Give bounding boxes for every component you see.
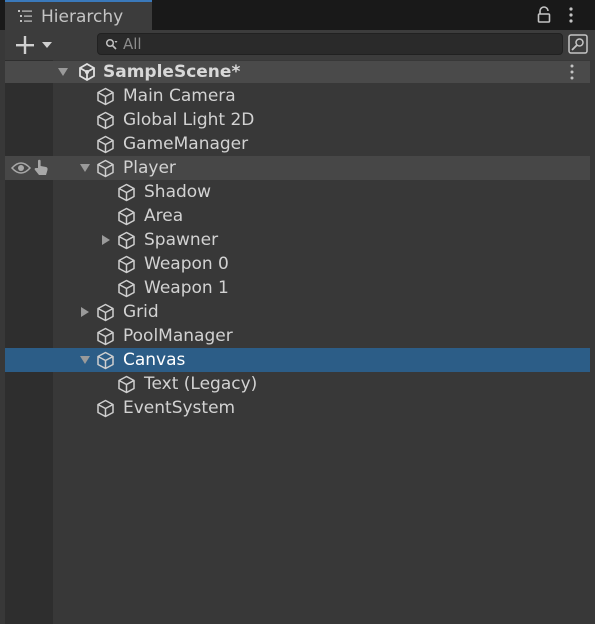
hierarchy-item-weapon-1[interactable]: Weapon 1: [5, 276, 590, 300]
hierarchy-item-grid[interactable]: Grid: [5, 300, 590, 324]
hierarchy-item-eventsystem[interactable]: EventSystem: [5, 396, 590, 420]
gameobject-cube-icon: [97, 351, 114, 370]
item-label: Canvas: [123, 350, 186, 370]
gameobject-cube-icon: [97, 87, 114, 106]
search-mode-icon[interactable]: [567, 33, 589, 55]
gameobject-cube-icon: [97, 399, 114, 418]
gameobject-cube-icon: [118, 279, 135, 298]
search-input[interactable]: [123, 34, 543, 54]
kebab-menu-icon[interactable]: [563, 6, 579, 24]
gameobject-cube-icon: [118, 375, 135, 394]
collapse-arrow-icon[interactable]: [100, 234, 112, 246]
item-label: Shadow: [144, 182, 212, 202]
gameobject-cube-icon: [97, 135, 114, 154]
item-label: Main Camera: [123, 86, 236, 106]
gameobject-cube-icon: [97, 159, 114, 178]
collapse-arrow-icon[interactable]: [79, 306, 91, 318]
gameobject-cube-icon: [118, 231, 135, 250]
item-label: Player: [123, 158, 176, 178]
tab-title: Hierarchy: [41, 7, 124, 27]
hierarchy-toolbar: [5, 30, 595, 60]
plus-icon: [16, 36, 34, 54]
hierarchy-list-icon: [18, 10, 32, 22]
hierarchy-item-spawner[interactable]: Spawner: [5, 228, 590, 252]
unity-scene-icon: [79, 63, 95, 81]
hierarchy-panel: Hierarchy All SampleScene* Main Camera G…: [0, 0, 595, 624]
gameobject-cube-icon: [118, 183, 135, 202]
hierarchy-item-global-light-2d[interactable]: Global Light 2D: [5, 108, 590, 132]
gameobject-cube-icon: [97, 327, 114, 346]
pointer-pickable-icon[interactable]: [33, 159, 49, 176]
gameobject-cube-icon: [97, 111, 114, 130]
eye-visibility-icon[interactable]: [11, 161, 31, 175]
expand-arrow-icon[interactable]: [79, 162, 91, 174]
scene-name: SampleScene*: [103, 62, 241, 82]
item-label: GameManager: [123, 134, 249, 154]
gameobject-cube-icon: [118, 255, 135, 274]
expand-arrow-icon[interactable]: [79, 354, 91, 366]
item-label: Weapon 0: [144, 254, 229, 274]
kebab-menu-icon[interactable]: [569, 64, 575, 80]
gameobject-cube-icon: [97, 303, 114, 322]
item-label: Global Light 2D: [123, 110, 255, 130]
tab-hierarchy[interactable]: Hierarchy: [5, 0, 152, 30]
item-label: PoolManager: [123, 326, 233, 346]
item-label: Area: [144, 206, 184, 226]
add-object-button[interactable]: [15, 35, 59, 55]
gameobject-cube-icon: [118, 207, 135, 226]
expand-arrow-icon[interactable]: [57, 66, 69, 78]
hierarchy-item-main-camera[interactable]: Main Camera: [5, 84, 590, 108]
hierarchy-item-poolmanager[interactable]: PoolManager: [5, 324, 590, 348]
hierarchy-item-canvas[interactable]: Canvas: [5, 348, 590, 372]
hierarchy-item-weapon-0[interactable]: Weapon 0: [5, 252, 590, 276]
hierarchy-item-area[interactable]: Area: [5, 204, 590, 228]
search-icon: [105, 38, 118, 50]
item-label: Weapon 1: [144, 278, 229, 298]
lock-icon[interactable]: [536, 6, 552, 24]
visibility-toggles: [5, 156, 53, 180]
chevron-down-icon: [42, 42, 52, 48]
item-label: Grid: [123, 302, 159, 322]
tab-bar: Hierarchy: [0, 0, 595, 30]
hierarchy-item-text-legacy[interactable]: Text (Legacy): [5, 372, 590, 396]
item-label: EventSystem: [123, 398, 236, 418]
scene-header-row[interactable]: SampleScene*: [5, 61, 590, 83]
hierarchy-item-player[interactable]: Player: [5, 156, 590, 180]
item-label: Text (Legacy): [144, 374, 258, 394]
item-label: Spawner: [144, 230, 219, 250]
hierarchy-item-gamemanager[interactable]: GameManager: [5, 132, 590, 156]
hierarchy-item-shadow[interactable]: Shadow: [5, 180, 590, 204]
search-field[interactable]: [97, 33, 563, 55]
